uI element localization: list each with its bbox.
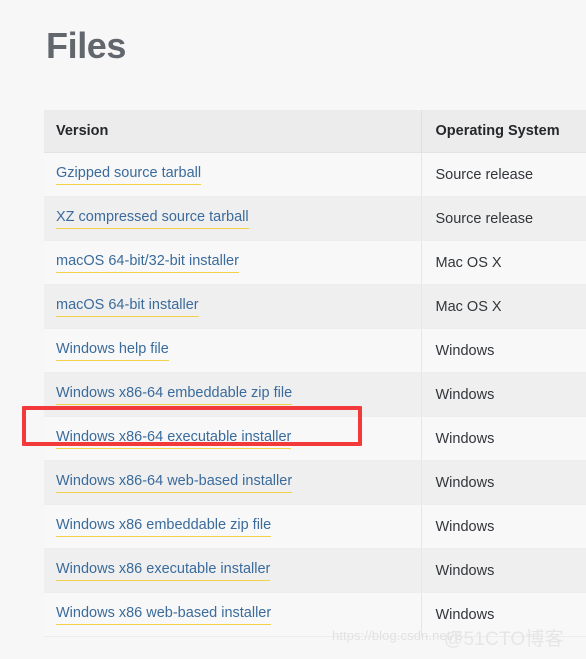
file-link-macos-64-bit-32-bit-installer[interactable]: macOS 64-bit/32-bit installer [56,252,239,273]
table-row: macOS 64-bit/32-bit installer Mac OS X [44,240,586,285]
file-link-windows-x86-64-executable-installer[interactable]: Windows x86-64 executable installer [56,428,292,449]
table-header-row: Version Operating System [44,110,586,153]
cell-operating-system: Windows [420,416,586,461]
table-row: Windows x86 executable installer Windows [44,548,586,593]
cell-version: XZ compressed source tarball [44,196,421,241]
table-row: Gzipped source tarball Source release [44,152,586,197]
file-link-windows-x86-web-based-installer[interactable]: Windows x86 web-based installer [56,604,272,625]
cell-operating-system: Windows [420,372,586,417]
table-row: Windows x86 embeddable zip file Windows [44,504,586,549]
table-row-highlighted: Windows x86-64 executable installer Wind… [44,416,586,461]
cell-operating-system: Source release [420,152,586,197]
table-row: XZ compressed source tarball Source rele… [44,196,586,241]
cell-version: Windows help file [44,328,421,373]
file-link-windows-x86-64-web-based-installer[interactable]: Windows x86-64 web-based installer [56,472,293,493]
cell-operating-system: Windows [420,504,586,549]
cell-version: macOS 64-bit installer [44,284,421,329]
table-row: Windows x86-64 embeddable zip file Windo… [44,372,586,417]
cell-version: Windows x86-64 web-based installer [44,460,421,505]
cell-version: Windows x86 executable installer [44,548,421,593]
cell-operating-system: Windows [420,460,586,505]
page-title: Files [46,25,127,66]
files-page: Files Version Operating System Gzipped s… [0,0,586,659]
file-link-windows-x86-64-embeddable-zip-file[interactable]: Windows x86-64 embeddable zip file [56,384,293,405]
cell-version: Gzipped source tarball [44,152,421,197]
cell-operating-system: Windows [420,328,586,373]
file-link-windows-x86-executable-installer[interactable]: Windows x86 executable installer [56,560,271,581]
files-table: Version Operating System Gzipped source … [44,110,586,637]
cell-version: Windows x86 web-based installer [44,592,421,637]
file-link-macos-64-bit-installer[interactable]: macOS 64-bit installer [56,296,199,317]
file-link-windows-help-file[interactable]: Windows help file [56,340,169,361]
table-row: Windows x86 web-based installer Windows [44,592,586,637]
cell-operating-system: Mac OS X [420,284,586,329]
table-body: Gzipped source tarball Source release XZ… [44,152,586,637]
table-row: macOS 64-bit installer Mac OS X [44,284,586,329]
cell-operating-system: Windows [420,592,586,637]
cell-version: Windows x86-64 embeddable zip file [44,372,421,417]
file-link-xz-compressed-source-tarball[interactable]: XZ compressed source tarball [56,208,249,229]
cell-version: macOS 64-bit/32-bit installer [44,240,421,285]
file-link-windows-x86-embeddable-zip-file[interactable]: Windows x86 embeddable zip file [56,516,272,537]
table-row: Windows help file Windows [44,328,586,373]
cell-operating-system: Windows [420,548,586,593]
file-link-gzipped-source-tarball[interactable]: Gzipped source tarball [56,164,202,185]
table-header: Version Operating System [44,110,586,153]
column-header-operating-system: Operating System [420,110,586,153]
table-row: Windows x86-64 web-based installer Windo… [44,460,586,505]
column-header-version: Version [44,110,421,153]
cell-operating-system: Mac OS X [420,240,586,285]
cell-operating-system: Source release [420,196,586,241]
cell-version: Windows x86-64 executable installer [44,416,421,461]
cell-version: Windows x86 embeddable zip file [44,504,421,549]
